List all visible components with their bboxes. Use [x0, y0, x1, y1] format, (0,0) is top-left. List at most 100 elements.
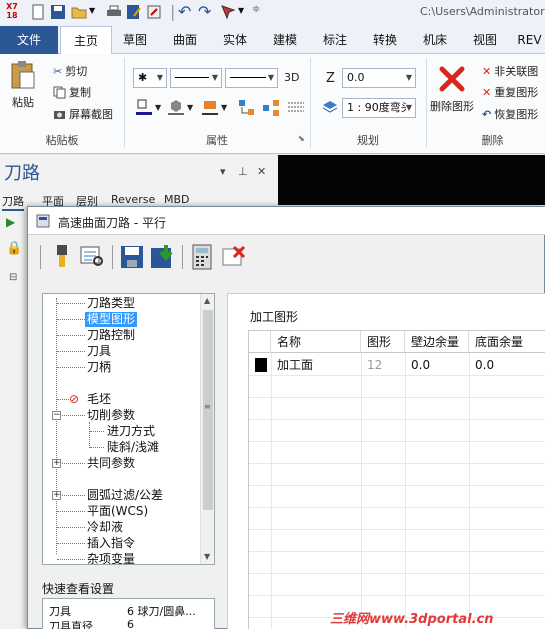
tree-item-common-parameters[interactable]: 共同参数 [87, 456, 135, 471]
unrelated-graphics-button[interactable]: ✕ 非关联图 [482, 63, 538, 79]
column-header-wall-stock[interactable]: 壁边余量 [405, 331, 469, 353]
chevron-down-icon[interactable]: ▼ [89, 6, 95, 15]
open-folder-icon[interactable] [71, 4, 87, 20]
column-header-count[interactable]: 图形 [361, 331, 405, 353]
save-as-icon[interactable] [126, 4, 142, 20]
asterisk-icon: ✱ [138, 71, 148, 84]
panel-menu-icon[interactable]: ▾ [220, 165, 226, 178]
z-depth-select[interactable]: 0.0 ▼ [342, 68, 416, 88]
tree-item-plane-wcs[interactable]: 平面(WCS) [87, 504, 148, 519]
paste-label: 粘贴 [12, 96, 34, 109]
print-icon[interactable] [106, 4, 122, 20]
tab-annotate[interactable]: 标注 [314, 26, 356, 54]
point-style-select[interactable]: ✱ ▼ [133, 68, 167, 88]
close-icon[interactable]: ✕ [257, 165, 266, 178]
graphics-viewport[interactable] [278, 155, 545, 205]
delete-tool-icon[interactable] [220, 243, 248, 271]
copy-button[interactable]: 复制 [53, 84, 91, 100]
column-header-floor-stock[interactable]: 底面余量 [469, 331, 545, 353]
3d-toggle[interactable]: 3D [284, 71, 299, 84]
lock-icon[interactable]: 🔒 [6, 241, 22, 256]
separator-icon: | [170, 2, 176, 21]
customize-icon[interactable]: ≑ [252, 4, 260, 15]
layers-icon[interactable] [322, 99, 338, 115]
surface-color-button[interactable]: ▼ [202, 98, 227, 116]
tab-model[interactable]: 建模 [264, 26, 306, 54]
panel-tab-mbd[interactable]: MBD [164, 193, 190, 206]
scroll-up-icon[interactable]: ▲ [204, 296, 210, 305]
tab-surface[interactable]: 曲面 [164, 26, 206, 54]
new-file-icon[interactable] [30, 4, 46, 20]
tab-machine[interactable]: 机床 [414, 26, 456, 54]
scroll-down-icon[interactable]: ▼ [204, 552, 210, 561]
cell-wall-stock[interactable]: 0.0 [405, 354, 430, 376]
tree-expand-icon[interactable]: ⊟ [9, 272, 17, 283]
save-download-icon[interactable] [148, 243, 176, 271]
tree-item-cut-parameters[interactable]: 切削参数 [87, 408, 135, 423]
tree-item-toolpath-type[interactable]: 刀路类型 [87, 296, 135, 311]
restore-graphics-button[interactable]: ↶ 恢复图形 [482, 106, 538, 122]
scrollbar-thumb[interactable]: ≡ [203, 310, 213, 510]
line-width-select[interactable]: ▼ [225, 68, 278, 88]
tree-item-model-geometry[interactable]: 模型图形 [85, 312, 138, 327]
repeat-graphics-button[interactable]: ✕ 重复图形 [482, 84, 538, 100]
redo-icon[interactable]: ↷ [198, 2, 211, 21]
transfer-icon[interactable] [262, 99, 280, 117]
panel-tab-toolpath[interactable]: 刀路 [2, 193, 24, 211]
parameter-tree: 刀路类型 模型图形 刀路控制 刀具 刀柄 ⊘ 毛坯 − 切削参数 进刀方式 陡斜… [42, 293, 215, 565]
calculator-icon[interactable] [188, 243, 216, 271]
view-list-icon[interactable] [78, 243, 106, 271]
expand-icon[interactable]: + [52, 459, 61, 468]
settings-icon[interactable] [146, 4, 162, 20]
chevron-down-icon[interactable]: ▼ [238, 6, 244, 15]
tab-view[interactable]: 视图 [464, 26, 506, 54]
tab-transform[interactable]: 转换 [364, 26, 406, 54]
pin-icon[interactable]: ⊥ [238, 165, 248, 178]
tree-item-tool[interactable]: 刀具 [87, 344, 111, 359]
collapse-icon[interactable]: − [52, 411, 61, 420]
tab-sketch[interactable]: 草图 [114, 26, 156, 54]
delete-graphics-button[interactable]: 删除图形 [430, 64, 474, 114]
paste-button[interactable]: 粘贴 [10, 60, 36, 110]
column-header-name[interactable]: 名称 [271, 331, 361, 353]
tree-item-holder[interactable]: 刀柄 [87, 360, 111, 375]
panel-tab-reverse[interactable]: Reverse [111, 193, 155, 206]
quick-view-panel: 刀具 6 球刀/圆鼻... 刀具直径 6 [42, 598, 215, 629]
toolpath-dialog: 高速曲面刀路 - 平行 刀路类型 模型图形 刀路控制 刀具 刀柄 ⊘ 毛坯 − … [27, 206, 545, 629]
dialog-launcher-icon[interactable]: ⬊ [298, 134, 305, 143]
undo-icon[interactable]: ↶ [178, 2, 191, 21]
tree-item-misc-variables[interactable]: 杂项变量 [87, 552, 135, 564]
tree-item-coolant[interactable]: 冷却液 [87, 520, 123, 535]
save-icon[interactable] [118, 243, 146, 271]
tree-item-steep-shallow[interactable]: 陡斜/浅滩 [107, 440, 159, 455]
level-select[interactable]: 1 : 90度弯头 ▼ [342, 98, 416, 118]
tab-rev[interactable]: REV [514, 26, 545, 54]
app-logo[interactable]: X7 18 [2, 2, 22, 22]
tree-item-stock[interactable]: 毛坯 [87, 392, 111, 407]
line-style-select[interactable]: ▼ [170, 68, 222, 88]
run-icon[interactable]: ▶ [6, 215, 15, 229]
cell-floor-stock[interactable]: 0.0 [469, 354, 494, 376]
cut-button[interactable]: ✂ 剪切 [53, 63, 87, 79]
tab-file[interactable]: 文件 [0, 26, 58, 54]
line-pattern-icon[interactable] [287, 99, 305, 117]
tab-solid[interactable]: 实体 [214, 26, 256, 54]
save-icon[interactable] [50, 4, 66, 20]
selection-icon[interactable] [220, 4, 236, 20]
point-color-button[interactable]: ▼ [136, 98, 161, 116]
tree-item-arc-filter[interactable]: 圆弧过滤/公差 [87, 488, 163, 503]
dialog-toolbar [36, 241, 545, 275]
grid-line [469, 353, 470, 629]
tool-icon[interactable] [48, 243, 76, 271]
tree-scrollbar[interactable]: ▲ ≡ ▼ [200, 294, 214, 564]
attributes-icon[interactable] [238, 99, 256, 117]
tab-home[interactable]: 主页 [60, 26, 112, 55]
tree-item-insert-command[interactable]: 插入指令 [87, 536, 135, 551]
screenshot-button[interactable]: 屏幕截图 [53, 106, 113, 122]
expand-icon[interactable]: + [52, 491, 61, 500]
table-row[interactable]: 加工面 12 0.0 0.0 [249, 354, 545, 376]
solid-color-button[interactable]: ▼ [168, 98, 193, 116]
tree-item-toolpath-control[interactable]: 刀路控制 [87, 328, 135, 343]
tree-item-entry-method[interactable]: 进刀方式 [107, 424, 155, 439]
row-color-swatch [255, 358, 267, 372]
